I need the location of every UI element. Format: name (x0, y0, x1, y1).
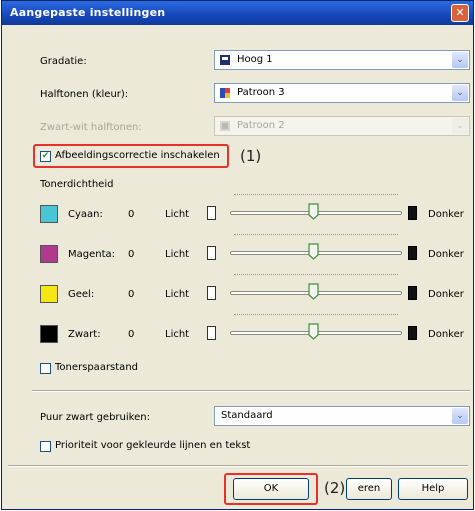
halftonen-label: Halftonen (kleur): (40, 89, 129, 100)
printer-icon (220, 55, 230, 65)
cyan-slider-thumb[interactable] (308, 203, 319, 220)
toner-row-name: Geel: (68, 289, 95, 300)
chevron-down-icon: ⌄ (452, 52, 468, 68)
light-icon (207, 206, 216, 220)
toner-dark-label: Donker (428, 329, 464, 340)
divider (8, 465, 468, 467)
zwartwit-select: Patroon 2 ⌄ (214, 116, 470, 136)
zwartwit-label: Zwart-wit halftonen: (40, 122, 142, 133)
puurzwart-label: Puur zwart gebruiken: (40, 412, 150, 423)
puurzwart-value: Standaard (221, 410, 273, 421)
toner-row-value: 0 (128, 329, 135, 340)
zwartwit-value: Patroon 2 (237, 120, 285, 131)
callout-2: (2) (324, 479, 346, 497)
gradatie-value: Hoog 1 (237, 54, 273, 65)
toner-row-value: 0 (128, 209, 135, 220)
gradatie-select[interactable]: Hoog 1 ⌄ (214, 50, 470, 70)
callout-1: (1) (240, 147, 262, 165)
window-title: Aangepaste instellingen (10, 6, 166, 19)
dark-icon (408, 246, 417, 260)
toner-row-name: Cyaan: (68, 209, 103, 220)
black-slider-thumb[interactable] (308, 323, 319, 340)
light-icon (207, 246, 216, 260)
puurzwart-select[interactable]: Standaard ⌄ (214, 406, 470, 426)
toner-row-name: Magenta: (68, 249, 116, 260)
yellow-swatch (40, 285, 58, 303)
prioriteit-checkbox[interactable] (40, 441, 51, 452)
gradatie-label: Gradatie: (40, 56, 87, 67)
palette-icon (220, 121, 230, 131)
toner-title: Tonerdichtheid (40, 179, 114, 190)
dark-icon (408, 206, 417, 220)
toner-dark-label: Donker (428, 289, 464, 300)
black-swatch (40, 325, 58, 343)
palette-icon (220, 88, 230, 98)
correctie-checkbox[interactable]: ✔ (40, 151, 51, 162)
toner-light-label: Licht (165, 209, 190, 220)
magenta-slider-thumb[interactable] (308, 243, 319, 260)
ok-button[interactable]: OK (233, 478, 309, 500)
yellow-slider-thumb[interactable] (308, 283, 319, 300)
toner-dark-label: Donker (428, 249, 464, 260)
light-icon (207, 326, 216, 340)
help-button[interactable]: Help (398, 478, 468, 500)
tonerspaar-checkbox[interactable] (40, 363, 51, 374)
dark-icon (408, 326, 417, 340)
toner-light-label: Licht (165, 249, 190, 260)
light-icon (207, 286, 216, 300)
toner-row-value: 0 (128, 289, 135, 300)
tonerspaar-label: Tonerspaarstand (55, 362, 138, 373)
magenta-swatch (40, 245, 58, 263)
title-bar: Aangepaste instellingen ✕ (2, 1, 473, 25)
cancel-button[interactable]: eren (346, 478, 392, 500)
toner-row-value: 0 (128, 249, 135, 260)
chevron-down-icon: ⌄ (452, 85, 468, 101)
close-button[interactable]: ✕ (451, 4, 469, 22)
toner-row-name: Zwart: (68, 329, 101, 340)
slider-ticks (234, 314, 398, 316)
halftonen-value: Patroon 3 (237, 87, 285, 98)
slider-ticks (234, 194, 398, 196)
dark-icon (408, 286, 417, 300)
slider-ticks (234, 274, 398, 276)
correctie-label: Afbeeldingscorrectie inschakelen (55, 150, 220, 161)
cyan-swatch (40, 205, 58, 223)
chevron-down-icon: ⌄ (452, 118, 468, 134)
halftonen-select[interactable]: Patroon 3 ⌄ (214, 83, 470, 103)
divider (32, 390, 470, 392)
toner-dark-label: Donker (428, 209, 464, 220)
prioriteit-label: Prioriteit voor gekleurde lijnen en teks… (55, 440, 251, 451)
toner-light-label: Licht (165, 289, 190, 300)
custom-settings-dialog: Aangepaste instellingen ✕ Gradatie: Hoog… (1, 0, 474, 510)
chevron-down-icon: ⌄ (452, 408, 468, 424)
toner-light-label: Licht (165, 329, 190, 340)
slider-ticks (234, 234, 398, 236)
